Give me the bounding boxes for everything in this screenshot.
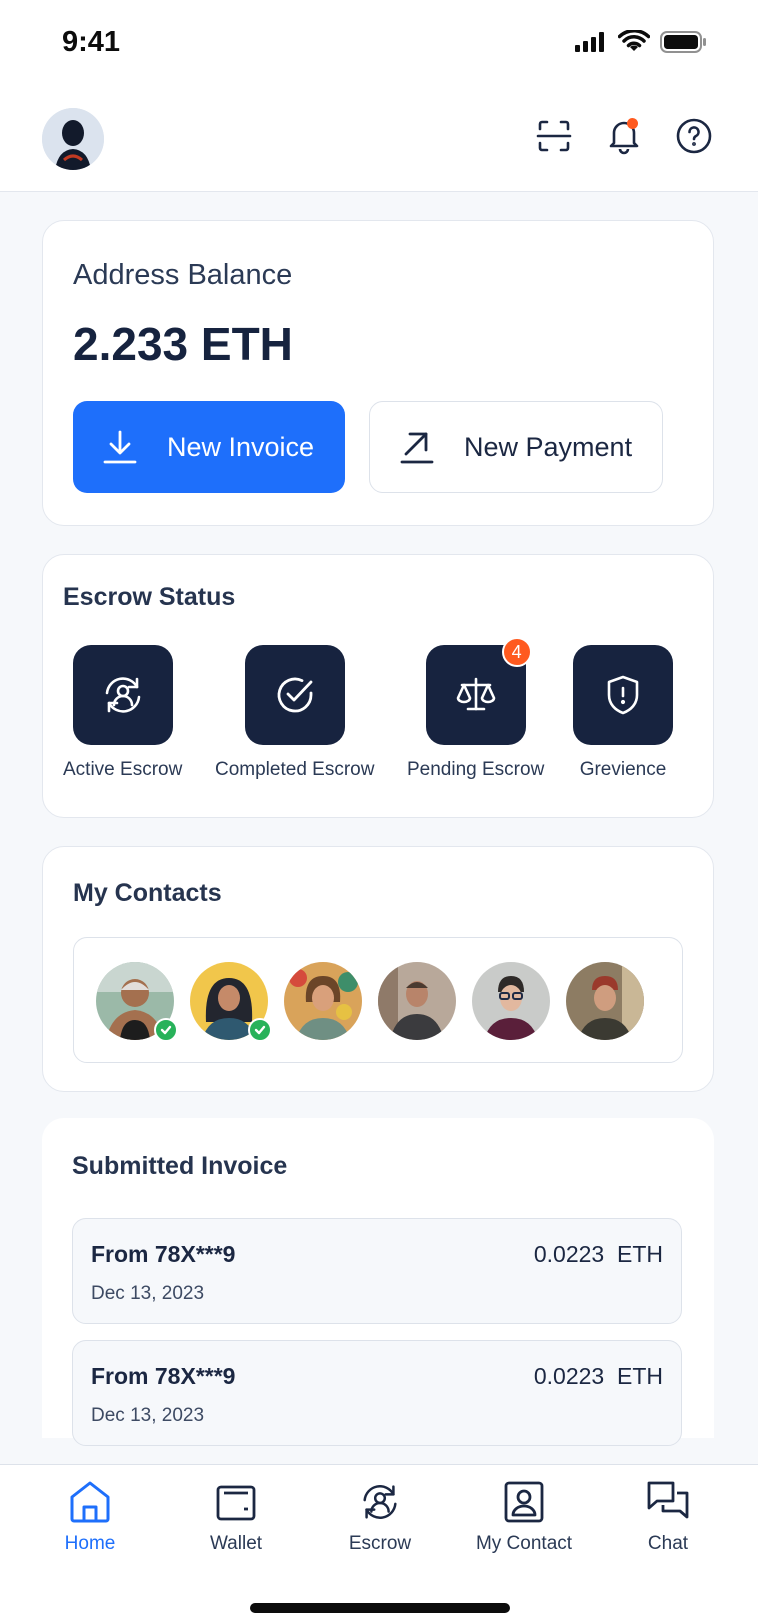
escrow-label-pending: Pending Escrow [407, 759, 545, 780]
status-icons [574, 30, 708, 54]
invoice-amount-value: 0.0223 [533, 1363, 605, 1389]
help-icon[interactable] [672, 114, 716, 158]
wifi-icon [618, 30, 650, 51]
invoice-item[interactable]: From 78X***9 Dec 13, 2023 0.0223 ETH [72, 1218, 682, 1324]
contact-avatar[interactable] [566, 962, 644, 1040]
tab-chat[interactable]: Chat [598, 1479, 738, 1555]
status-bar: 9:41 [0, 0, 758, 90]
escrow-label-grievance: Grevience [579, 759, 667, 780]
contact-card-icon [504, 1481, 544, 1523]
active-escrow-icon [105, 677, 140, 713]
wallet-icon [216, 1485, 256, 1521]
tab-chat-label: Chat [647, 1533, 689, 1554]
pending-badge: 4 [501, 637, 532, 667]
home-icon [70, 1481, 110, 1523]
shield-alert-icon [607, 675, 639, 715]
invoice-amount: 0.0223 ETH [534, 1241, 663, 1268]
submitted-invoice-card: Submitted Invoice From 78X***9 Dec 13, 2… [42, 1118, 714, 1446]
tab-wallet[interactable]: Wallet [166, 1479, 306, 1555]
chat-icon [647, 1481, 689, 1519]
contacts-title: My Contacts [73, 879, 222, 907]
invoice-date: Dec 13, 2023 [91, 1283, 205, 1304]
escrow-status-card: Escrow Status Active Escrow Completed Es… [42, 554, 714, 818]
tab-my-contact[interactable]: My Contact [454, 1479, 594, 1555]
invoice-item[interactable]: From 78X***9 Dec 13, 2023 0.0223 ETH [72, 1340, 682, 1446]
new-invoice-button[interactable]: New Invoice [73, 401, 345, 493]
tab-my-contact-label: My Contact [475, 1533, 573, 1554]
escrow-label-active: Active Escrow [63, 759, 183, 780]
tab-wallet-label: Wallet [209, 1533, 263, 1554]
new-payment-button[interactable]: New Payment [369, 401, 663, 493]
scale-icon [456, 677, 495, 711]
escrow-item-active[interactable]: Active Escrow [63, 645, 182, 781]
contact-avatar[interactable] [378, 962, 456, 1040]
tab-escrow-label: Escrow [348, 1533, 412, 1554]
contacts-list [73, 937, 683, 1063]
send-arrow-icon [400, 432, 434, 464]
invoice-amount-unit: ETH [617, 1241, 663, 1267]
escrow-status-title: Escrow Status [63, 583, 236, 611]
submitted-invoice-title: Submitted Invoice [72, 1152, 288, 1180]
notification-dot [627, 118, 638, 129]
invoice-amount-unit: ETH [617, 1363, 663, 1389]
contact-avatar[interactable] [284, 962, 362, 1040]
signal-icon [575, 32, 604, 52]
balance-label: Address Balance [73, 259, 293, 291]
balance-card: Address Balance 2.233 ETH New Invoice Ne… [42, 220, 714, 526]
tab-home[interactable]: Home [20, 1479, 160, 1555]
balance-value: 2.233 ETH [73, 318, 293, 370]
verified-icon [154, 1018, 178, 1042]
check-circle-icon [277, 677, 313, 713]
escrow-item-pending[interactable]: 4 Pending Escrow [407, 637, 545, 781]
header-actions [532, 114, 716, 158]
invoice-from: From 78X***9 [91, 1363, 236, 1389]
status-time: 9:41 [62, 26, 121, 58]
app-header [0, 90, 758, 192]
invoice-amount-value: 0.0223 [533, 1241, 605, 1267]
bottom-tab-bar: Home Wallet Escrow My Contact Chat [0, 1464, 758, 1624]
home-indicator [250, 1603, 510, 1613]
tab-escrow[interactable]: Escrow [310, 1479, 450, 1555]
invoice-amount: 0.0223 ETH [534, 1363, 663, 1390]
escrow-item-grievance[interactable]: Grevience [573, 645, 673, 781]
scan-icon[interactable] [532, 114, 576, 158]
invoice-date: Dec 13, 2023 [91, 1405, 205, 1426]
tab-home-label: Home [64, 1533, 116, 1554]
escrow-label-completed: Completed Escrow [215, 759, 375, 780]
verified-icon [248, 1018, 272, 1042]
escrow-icon [363, 1485, 397, 1519]
invoice-from: From 78X***9 [91, 1241, 236, 1267]
download-icon [103, 430, 137, 464]
contacts-card: My Contacts [42, 846, 714, 1092]
battery-icon [660, 31, 706, 53]
contact-avatar[interactable] [472, 962, 550, 1040]
new-invoice-label: New Invoice [167, 431, 315, 462]
escrow-item-completed[interactable]: Completed Escrow [215, 645, 374, 781]
bell-icon[interactable] [602, 114, 646, 158]
new-payment-label: New Payment [464, 431, 633, 462]
avatar[interactable] [42, 108, 104, 170]
